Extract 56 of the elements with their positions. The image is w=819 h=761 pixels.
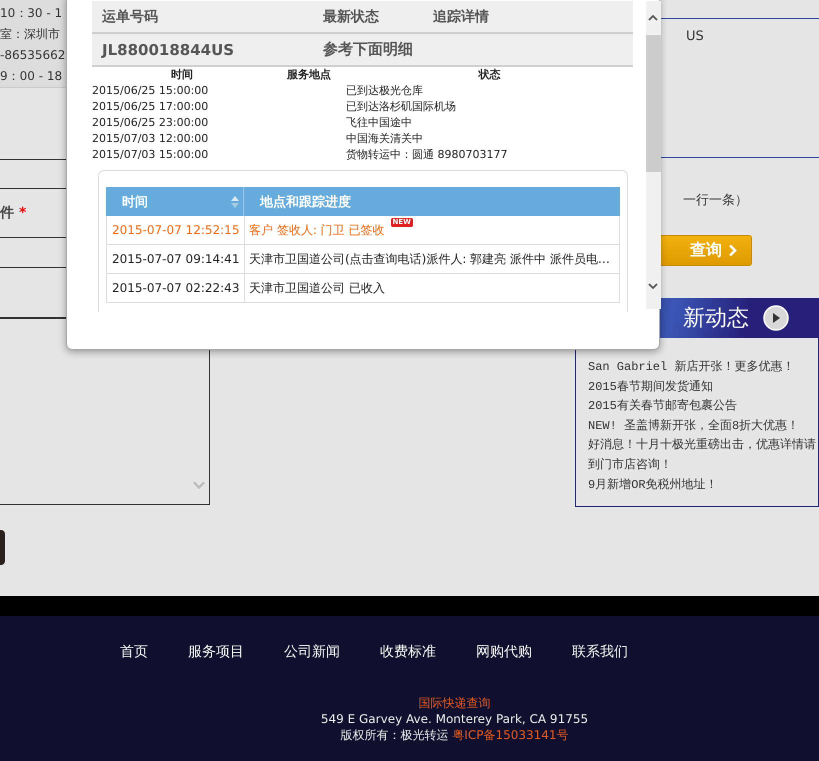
table-cell: 2015-07-07 09:14:41 [107,245,245,273]
table-cell-text: 已到达洛杉矶国际机场 [346,99,457,115]
scrollbar[interactable] [646,1,661,309]
tracking-number-text: US [685,28,705,44]
table-cell-text: JL880018844US [102,40,236,58]
icp-link[interactable]: 粤ICP备15033141号 [452,728,569,742]
required-mark: * [19,205,26,221]
play-circle-icon[interactable] [763,305,789,331]
news-link[interactable]: 2015有关春节邮寄包裹公告 [588,397,818,417]
table-cell-text: 飞往中国途中 [346,115,413,131]
table-cell-text: 参考下面明细 [323,40,414,59]
table-cell-text: 2015/06/25 23:00:00 [92,115,210,131]
table-cell-text: 2015/06/25 15:00:00 [92,83,210,99]
table-cell-text: 中国海关清关中 [346,131,424,147]
copyright-text: 版权所有：极光转运 粤ICP备15033141号 [340,727,569,743]
column-header: 时间 [170,67,194,83]
table-cell: 2015-07-07 12:52:15 [107,216,245,244]
hint-text: 一行一条） [682,192,749,209]
column-header: 状态 [477,67,502,83]
table-cell-text: 天津市卫国道公司(点击查询电话)派件人: 郭建亮 派件中 派件员电… [248,250,611,268]
footer-nav-link[interactable]: 首页 [120,643,148,661]
table-cell: 2015-07-07 02:22:43 [107,274,245,302]
table-cell-text: 天津市卫国道公司 已收入 [248,280,386,296]
footer-nav-link[interactable]: 服务项目 [188,643,244,661]
footer-nav-link[interactable]: 公司新闻 [284,643,340,661]
news-link[interactable]: 2015春节期间发货通知 [588,378,818,398]
table-cell-text: 2015/06/25 17:00:00 [92,99,210,115]
column-header: 最新状态 [323,8,380,26]
contact-info-text: 10：30 - 1 [0,5,64,22]
table-cell-text: 货物转运中：圆通 8980703177 [346,147,508,163]
table-cell-text: 已到达极光仓库 [346,83,424,99]
footer-nav-link[interactable]: 网购代购 [476,643,532,661]
scroll-thumb[interactable] [646,35,661,172]
query-link[interactable]: 国际快递查询 [418,695,490,711]
news-banner-title: 新动态 [683,305,749,333]
footer-nav-link[interactable]: 收费标准 [380,643,436,661]
footer-nav-link[interactable]: 联系我们 [572,643,628,661]
contact-info-text: -86535662 [0,47,64,64]
scroll-up-icon[interactable] [648,14,658,21]
table-cell-text: 2015/07/03 15:00:00 [92,147,210,163]
news-link[interactable]: NEW! 圣盖博新开张，全面8折大优惠！ [588,416,818,436]
chevron-right-icon [728,244,737,257]
news-link[interactable]: San Gabriel 新店开张！更多优惠！ [588,358,818,378]
news-link[interactable]: 9月新增OR免税州地址！ [588,476,818,496]
table-cell-text: 2015/07/03 12:00:00 [92,131,210,147]
sort-icon[interactable] [231,195,239,209]
column-header: 服务地点 [286,67,332,83]
news-link[interactable]: 好消息！十月十极光重磅出击，优惠详情请 到门市店咨询！ [588,436,818,476]
address-text: 549 E Garvey Ave. Monterey Park, CA 91755 [320,711,588,727]
dark-button[interactable] [0,530,5,565]
contact-info-text: 9：00 - 18 [0,68,64,85]
contact-info-text: 室：深圳市 [0,26,61,43]
column-header: 运单号码 [102,8,159,26]
column-header: 地点和跟踪进度 [258,194,352,212]
column-header: 追踪详情 [433,8,490,26]
scroll-down-icon[interactable] [648,283,658,290]
